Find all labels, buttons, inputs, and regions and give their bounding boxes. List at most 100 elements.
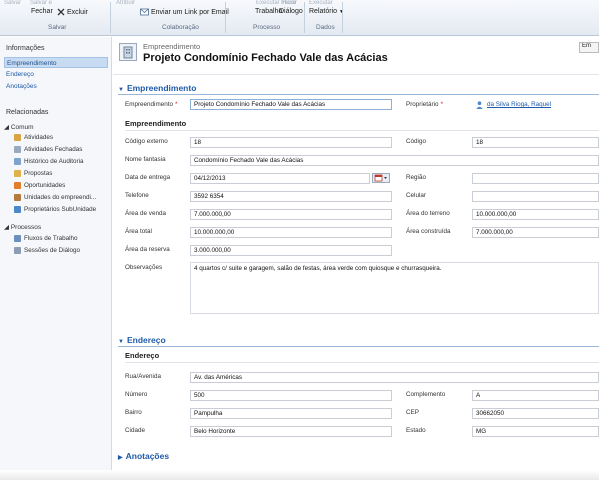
sale-area-field[interactable]: 7.000.000,00 — [190, 209, 392, 220]
nav-item-label: Empreendimento — [7, 60, 57, 67]
nav-sub-sessoes[interactable]: Sessões de Diálogo — [14, 247, 80, 254]
section-endereco-header[interactable]: ▼ Endereço — [118, 335, 166, 345]
dialog-session-icon — [14, 247, 21, 254]
nav-sub-label: Fluxos de Trabalho — [24, 235, 78, 243]
ribbon-separator — [110, 2, 111, 33]
district-label: Bairro — [125, 409, 142, 416]
envelope-icon — [140, 8, 149, 16]
built-area-field[interactable]: 7.000.000,00 — [472, 227, 599, 238]
collapse-icon: ◢ — [4, 224, 11, 231]
close-button[interactable]: Fechar — [31, 8, 53, 15]
delivery-date-label: Data de entrega — [125, 174, 171, 181]
subsection-empreendimento: Empreendimento — [125, 119, 187, 128]
nav-sub-label: Sessões de Diálogo — [24, 247, 81, 255]
phone-field[interactable]: 3592 6354 — [190, 191, 392, 202]
chevron-right-icon: ▶ — [118, 455, 123, 461]
name-label: Empreendimento * — [125, 101, 177, 108]
ribbon-group-process: Processo — [253, 24, 281, 31]
notes-field[interactable]: 4 quartos c/ suite e garagem, salão de f… — [190, 262, 599, 314]
state-field[interactable]: MG — [472, 426, 599, 437]
section-title: Endereço — [126, 335, 166, 345]
ext-code-field[interactable]: 18 — [190, 137, 392, 148]
nav-sub-label: Atividades Fechadas — [24, 146, 83, 154]
nav-heading-related: Relacionadas — [6, 109, 49, 116]
fantasy-name-field[interactable]: Condomínio Fechado Vale das Acácias — [190, 155, 599, 166]
workflow-icon — [14, 235, 21, 242]
notes-label: Observações — [125, 264, 163, 271]
phone-label: Telefone — [125, 192, 149, 199]
district-field[interactable]: Pampulha — [190, 408, 392, 419]
number-field[interactable]: 500 — [190, 390, 392, 401]
name-field[interactable]: Projeto Condomínio Fechado Vale das Acác… — [190, 99, 392, 110]
owner-link[interactable]: da Silva Rioga, Raquel — [487, 101, 551, 108]
total-area-label: Área total — [125, 228, 152, 235]
zip-field[interactable]: 30662050 — [472, 408, 599, 419]
ribbon-ghost-assign: Atribuir — [116, 0, 136, 6]
subsection-divider — [125, 362, 599, 363]
owner-icon — [14, 206, 21, 213]
nav-item-anotacoes[interactable]: Anotações — [6, 83, 37, 90]
header-right-button[interactable]: Em — [579, 42, 599, 53]
opportunity-icon — [14, 182, 21, 189]
built-area-label: Área construída — [406, 228, 451, 235]
sale-area-label: Área de venda — [125, 210, 166, 217]
email-link-button[interactable]: Enviar um Link por Email — [140, 8, 229, 16]
section-title: Anotações — [125, 451, 170, 461]
nav-sub-proprietarios[interactable]: Proprietários SubUnidade — [14, 206, 96, 213]
code-field[interactable]: 18 — [472, 137, 599, 148]
nav-item-empreendimento[interactable]: Empreendimento — [4, 57, 108, 68]
nav-item-endereco[interactable]: Endereço — [6, 71, 34, 78]
name-label-text: Empreendimento — [125, 101, 173, 108]
expand-icon: ▼ — [118, 339, 124, 345]
land-area-label: Área do terreno — [406, 210, 450, 217]
email-link-label: Enviar um Link por Email — [150, 8, 229, 16]
nav-sub-unidades[interactable]: Unidades do empreendi... — [14, 194, 96, 201]
nav-sub-atividades[interactable]: Atividades — [14, 134, 53, 141]
nav-group-common[interactable]: ◢ Comum — [4, 123, 34, 131]
complement-field[interactable]: A — [472, 390, 599, 401]
report-dropdown[interactable]: Relatório ▼ — [309, 8, 344, 15]
expand-icon: ▼ — [118, 87, 124, 93]
calendar-icon[interactable] — [372, 173, 390, 183]
required-marker: * — [174, 101, 178, 108]
nav-group-label: Comum — [10, 124, 34, 131]
street-label: Rua/Avenida — [125, 373, 161, 380]
nav-sub-atividades-fechadas[interactable]: Atividades Fechadas — [14, 146, 82, 153]
zip-label: CEP — [406, 409, 419, 416]
closed-activity-icon — [14, 146, 21, 153]
ribbon-separator — [225, 2, 226, 33]
unit-icon — [14, 194, 21, 201]
nav-sub-propostas[interactable]: Propostas — [14, 170, 52, 177]
nav-sub-fluxos[interactable]: Fluxos de Trabalho — [14, 235, 78, 242]
section-anotacoes-header[interactable]: ▶ Anotações — [118, 451, 169, 461]
reserve-area-field[interactable]: 3.000.000,00 — [190, 245, 392, 256]
city-field[interactable]: Belo Horizonte — [190, 426, 392, 437]
dialog-button[interactable]: Diálogo — [279, 8, 303, 15]
delete-button[interactable]: Excluir — [57, 8, 88, 16]
collapse-icon: ◢ — [4, 124, 11, 131]
report-label: Relatório — [309, 8, 338, 15]
delivery-date-field[interactable]: 04/12/2013 — [190, 173, 370, 184]
state-label: Estado — [406, 427, 426, 434]
nav-sub-label: Histórico de Auditoria — [24, 158, 84, 166]
mobile-field[interactable] — [472, 191, 599, 202]
activity-icon — [14, 134, 21, 141]
page-title: Projeto Condomínio Fechado Vale das Acác… — [143, 52, 388, 64]
mobile-label: Celular — [406, 192, 426, 199]
nav-sub-oportunidades[interactable]: Oportunidades — [14, 182, 65, 189]
nav-heading-info: Informações — [6, 45, 45, 52]
street-field[interactable]: Av. das Américas — [190, 372, 599, 383]
delete-label: Excluir — [66, 8, 88, 16]
bottom-shadow — [0, 470, 599, 480]
record-header: Empreendimento Projeto Condomínio Fechad… — [113, 37, 599, 75]
nav-sub-historico[interactable]: Histórico de Auditoria — [14, 158, 84, 165]
land-area-field[interactable]: 10.000.000,00 — [472, 209, 599, 220]
section-empreendimento-header[interactable]: ▼ Empreendimento — [118, 83, 196, 93]
region-field[interactable] — [472, 173, 599, 184]
complement-label: Complemento — [406, 391, 446, 398]
required-marker: * — [440, 101, 444, 108]
section-divider — [118, 346, 599, 347]
nav-group-processes[interactable]: ◢ Processos — [4, 223, 41, 231]
subsection-endereco: Endereço — [125, 351, 160, 360]
total-area-field[interactable]: 10.000.000,00 — [190, 227, 392, 238]
